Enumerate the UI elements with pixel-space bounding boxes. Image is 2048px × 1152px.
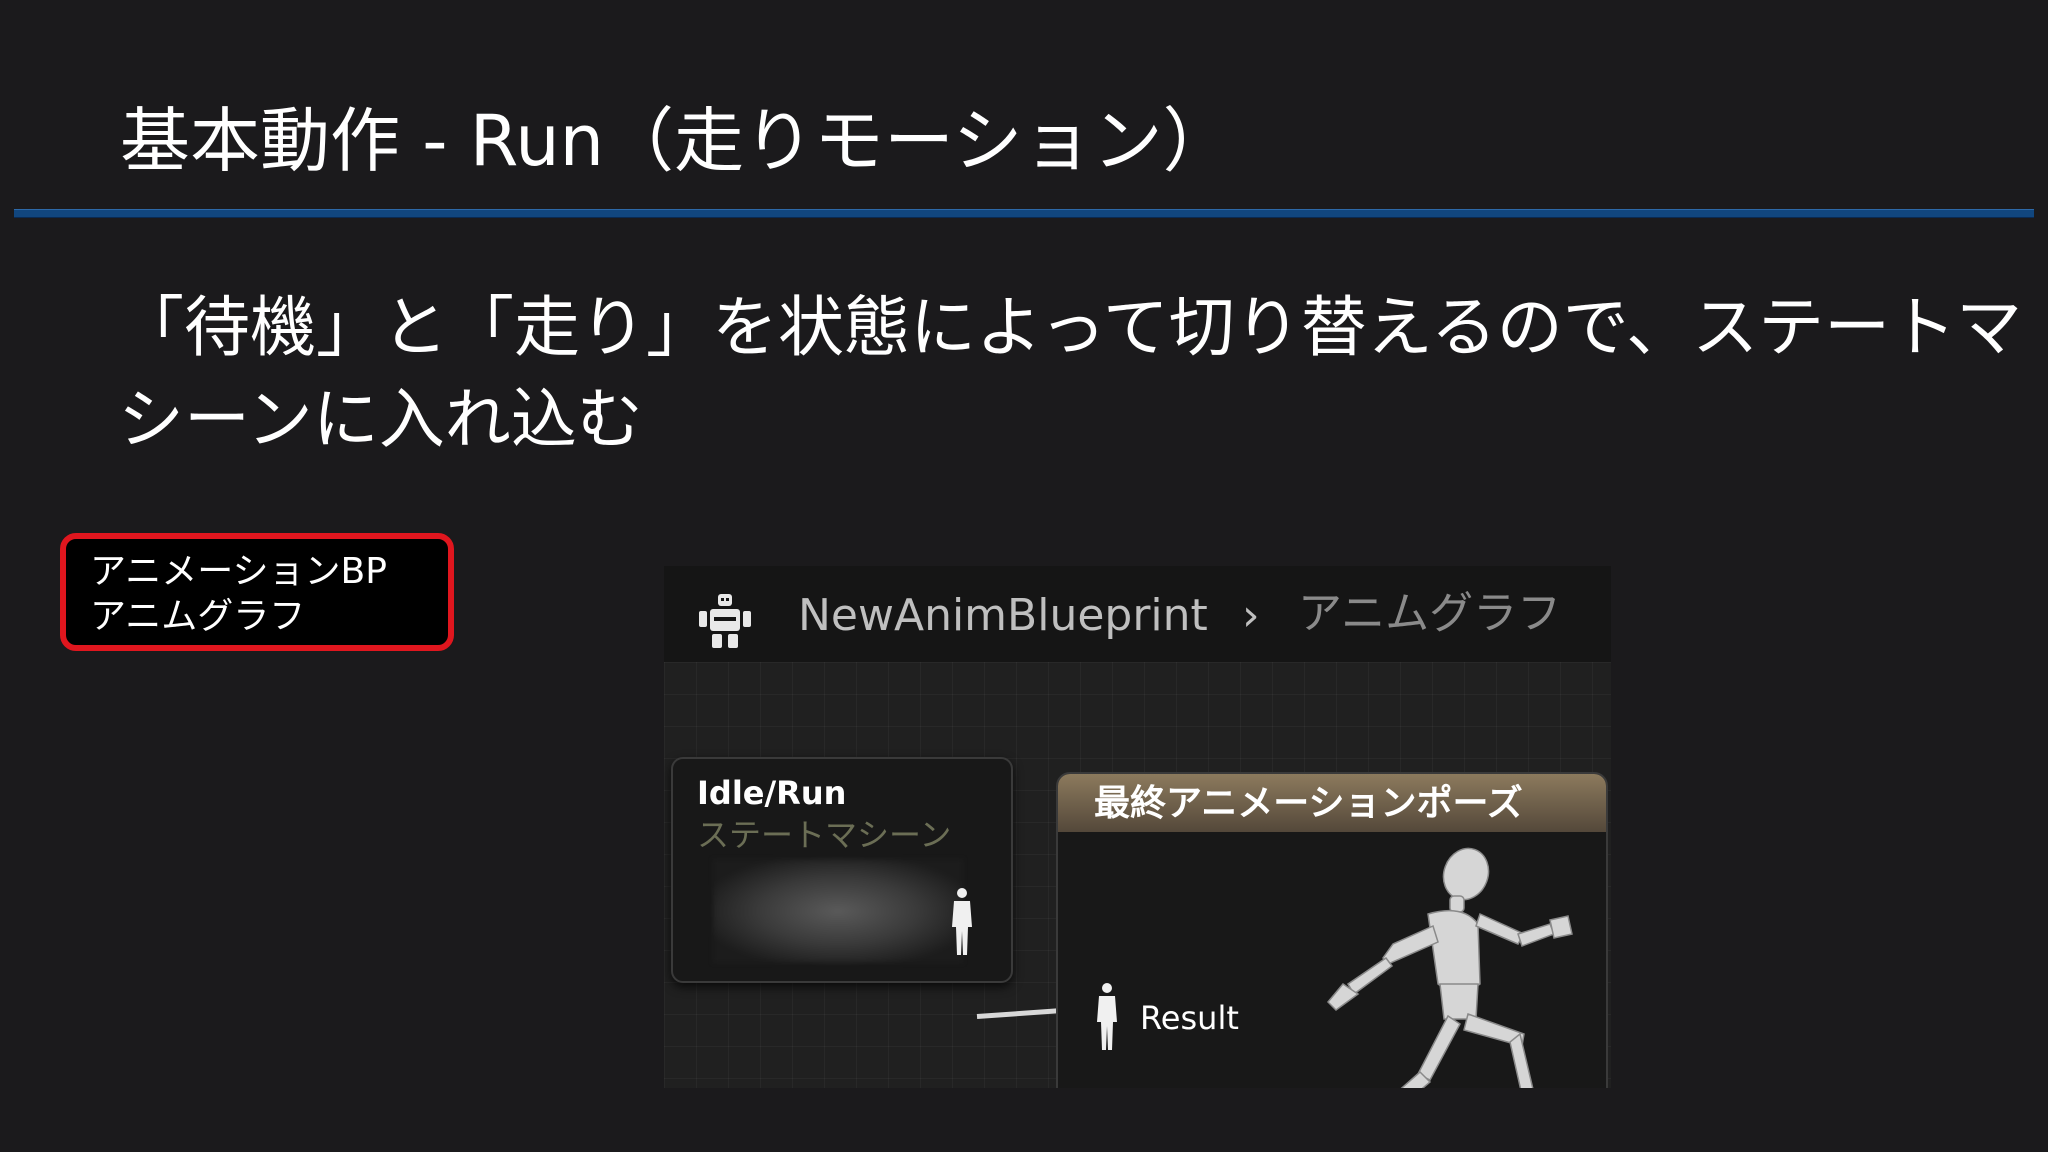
robot-icon bbox=[699, 594, 751, 648]
state-machine-type: ステートマシーン bbox=[697, 816, 952, 854]
body-line-2: シーンに入れ込む bbox=[118, 381, 643, 458]
state-machine-node[interactable]: Idle/Run ステートマシーン bbox=[671, 757, 1013, 983]
callout-box: アニメーションBP アニムグラフ bbox=[60, 533, 454, 651]
chevron-right-icon: › bbox=[1242, 590, 1260, 641]
graph-canvas[interactable]: Idle/Run ステートマシーン 最終アニメーションポーズ Result bbox=[664, 662, 1611, 1088]
breadcrumb-root[interactable]: NewAnimBlueprint bbox=[798, 586, 1208, 646]
body-line-1: 「待機」と「走り」を状態によって切り替えるので、ステートマ bbox=[118, 289, 2023, 366]
breadcrumb-current[interactable]: アニムグラフ bbox=[1298, 584, 1561, 644]
callout-line-2: アニムグラフ bbox=[90, 596, 306, 637]
pose-wire bbox=[976, 1008, 1057, 1019]
anim-graph-screenshot: NewAnimBlueprint › アニムグラフ Idle/Run ステートマ… bbox=[664, 566, 1611, 1088]
graph-breadcrumb-bar: NewAnimBlueprint › アニムグラフ bbox=[664, 566, 1611, 662]
running-mannequin-icon bbox=[1326, 847, 1573, 1088]
output-pose-title: 最終アニメーションポーズ bbox=[1094, 783, 1523, 824]
pose-pin-icon[interactable] bbox=[949, 887, 975, 959]
output-pose-node[interactable]: 最終アニメーションポーズ Result bbox=[1056, 772, 1608, 1088]
state-machine-preview bbox=[713, 859, 963, 963]
pose-pin-icon[interactable] bbox=[1094, 982, 1120, 1054]
output-pose-header: 最終アニメーションポーズ bbox=[1058, 774, 1606, 832]
result-pin-label: Result bbox=[1140, 999, 1239, 1037]
callout-line-1: アニメーションBP bbox=[90, 551, 387, 592]
title-divider bbox=[14, 209, 2034, 218]
state-machine-title: Idle/Run bbox=[697, 774, 847, 812]
slide-body-text: 「待機」と「走り」を状態によって切り替えるので、ステートマ シーンに入れ込む bbox=[118, 282, 2023, 466]
slide-title: 基本動作 - Run（走りモーション） bbox=[120, 100, 1233, 182]
